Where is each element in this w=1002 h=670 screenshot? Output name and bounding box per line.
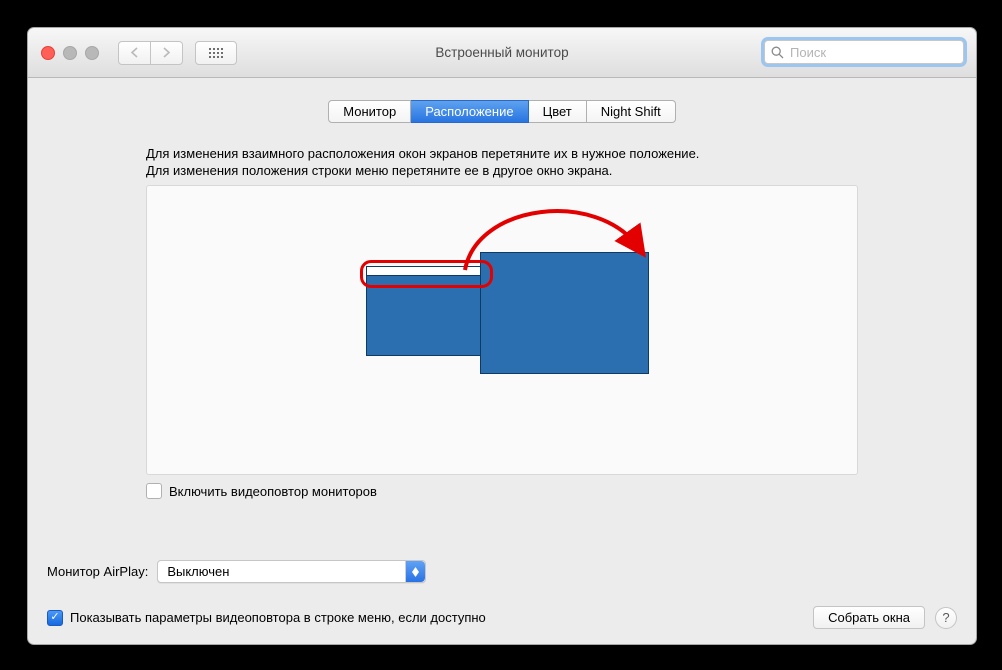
instructions: Для изменения взаимного расположения око… bbox=[146, 145, 858, 179]
airplay-select[interactable]: Выключен bbox=[157, 560, 426, 583]
search-field[interactable] bbox=[764, 40, 964, 64]
display-arrangement-area[interactable] bbox=[146, 185, 858, 475]
content-area: Монитор Расположение Цвет Night Shift Дл… bbox=[28, 78, 976, 645]
footer-row: ✓ Показывать параметры видеоповтора в ст… bbox=[47, 606, 957, 629]
airplay-value: Выключен bbox=[167, 564, 229, 579]
instruction-line-1: Для изменения взаимного расположения око… bbox=[146, 145, 858, 162]
tab-arrangement[interactable]: Расположение bbox=[411, 100, 528, 123]
display-primary[interactable] bbox=[366, 266, 483, 356]
search-icon bbox=[771, 46, 784, 59]
zoom-window-button bbox=[85, 46, 99, 60]
tab-night-shift[interactable]: Night Shift bbox=[587, 100, 676, 123]
chevron-right-icon bbox=[162, 47, 171, 58]
gather-windows-button[interactable]: Собрать окна bbox=[813, 606, 925, 629]
window-controls bbox=[41, 46, 99, 60]
mirror-displays-row: Включить видеоповтор мониторов bbox=[146, 483, 858, 499]
grid-icon bbox=[209, 48, 223, 58]
menu-bar-handle[interactable] bbox=[367, 267, 482, 276]
titlebar: Встроенный монитор bbox=[28, 28, 976, 78]
airplay-label: Монитор AirPlay: bbox=[47, 564, 148, 579]
chevron-left-icon bbox=[130, 47, 139, 58]
select-stepper-icon bbox=[405, 561, 425, 582]
show-all-button[interactable] bbox=[195, 41, 237, 65]
show-mirror-menu-label: Показывать параметры видеоповтора в стро… bbox=[70, 610, 486, 625]
nav-back-button[interactable] bbox=[118, 41, 151, 65]
display-secondary[interactable] bbox=[480, 252, 649, 374]
preferences-window: Встроенный монитор Монитор Расположение … bbox=[27, 27, 977, 645]
arrangement-panel: Для изменения взаимного расположения око… bbox=[146, 145, 858, 499]
mirror-displays-label: Включить видеоповтор мониторов bbox=[169, 484, 377, 499]
nav-forward-button[interactable] bbox=[151, 41, 183, 65]
minimize-window-button bbox=[63, 46, 77, 60]
show-mirror-menu-checkbox[interactable]: ✓ bbox=[47, 610, 63, 626]
show-mirror-menu-row: ✓ Показывать параметры видеоповтора в ст… bbox=[47, 610, 486, 626]
search-input[interactable] bbox=[788, 44, 942, 61]
tab-color[interactable]: Цвет bbox=[529, 100, 587, 123]
instruction-line-2: Для изменения положения строки меню пере… bbox=[146, 162, 858, 179]
tab-bar: Монитор Расположение Цвет Night Shift bbox=[48, 100, 956, 123]
mirror-displays-checkbox[interactable] bbox=[146, 483, 162, 499]
airplay-row: Монитор AirPlay: Выключен bbox=[47, 560, 426, 583]
help-button[interactable]: ? bbox=[935, 607, 957, 629]
close-window-button[interactable] bbox=[41, 46, 55, 60]
tab-monitor[interactable]: Монитор bbox=[328, 100, 411, 123]
nav-back-forward bbox=[118, 41, 183, 65]
